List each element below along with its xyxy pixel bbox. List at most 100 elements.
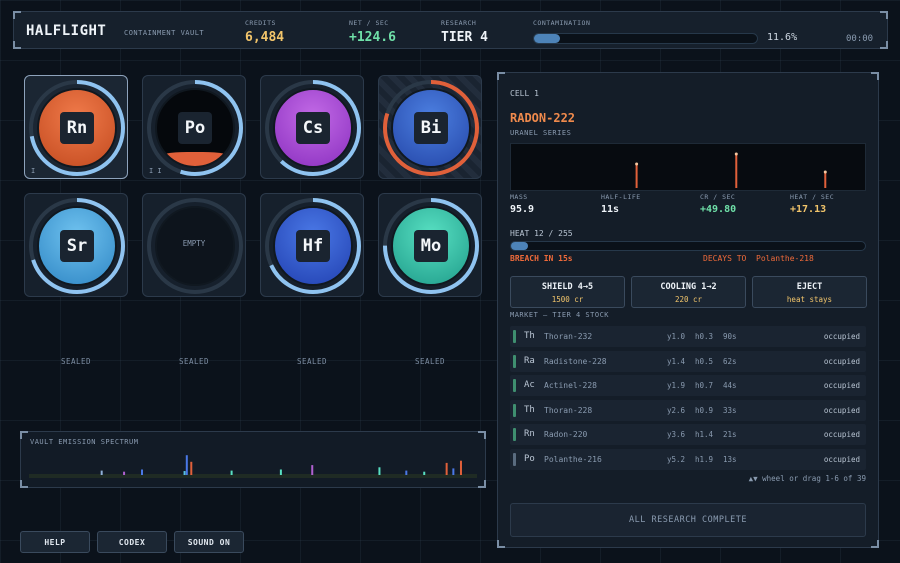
codex-button[interactable]: CODEX [97, 531, 167, 553]
market-row-name: Thoran-228 [544, 405, 593, 415]
cell-mo[interactable]: Mo [378, 193, 482, 297]
sealed-slot-label: SEALED [178, 357, 210, 366]
market-row-heat: h0.3 [695, 332, 714, 341]
empty-cell-label: EMPTY [182, 239, 206, 248]
contamination-meter [533, 33, 758, 44]
decays-to-label: DECAYS TO [703, 254, 747, 263]
market-title: MARKET — TIER 4 STOCK [510, 311, 610, 319]
cell-sr[interactable]: Sr [24, 193, 128, 297]
decay-target: DECAYS TO Polanthe-218 [703, 254, 814, 263]
cell-hf[interactable]: Hf [260, 193, 364, 297]
market-row-name: Radon-220 [544, 430, 588, 439]
isotope-symbol: Bi [414, 112, 448, 144]
market-row-name: Radistone-228 [544, 356, 607, 366]
market-row-indicator [513, 403, 516, 417]
cell-rn[interactable]: Rn I [24, 75, 128, 179]
cell-detail-panel: CELL 1 RADON-222 URANEL SERIES MASS 95.9… [497, 72, 879, 548]
isotope-symbol: Hf [296, 230, 330, 262]
eject-title: EJECT [796, 282, 823, 292]
isotope-symbol: Sr [60, 230, 94, 262]
cell-tier-tally: I [31, 167, 36, 175]
market-row[interactable]: Po Polanthe-216 y5.2 h1.9 13s occupied [510, 448, 866, 470]
isotope-symbol: Po [178, 112, 212, 144]
cell-id-label: CELL 1 [510, 89, 539, 98]
market-row-halflife: 62s [723, 356, 737, 366]
market-row-indicator [513, 379, 516, 392]
half-life-label: HALF-LIFE [601, 193, 641, 201]
market-row-status: occupied [823, 332, 860, 341]
cell-cs[interactable]: Cs [260, 75, 364, 179]
market-row[interactable]: Rn Radon-220 y3.6 h1.4 21s occupied [510, 424, 866, 445]
market-row-halflife: 90s [723, 332, 737, 341]
cooling-upgrade-cost: 220 cr [674, 295, 703, 304]
shield-upgrade-cost: 1500 cr [551, 295, 584, 304]
spectrum-line [100, 470, 103, 475]
spectrum-line [141, 469, 143, 475]
cooling-upgrade-button[interactable]: COOLING 1→2 220 cr [631, 276, 746, 308]
market-row-symbol: Po [524, 453, 535, 464]
cell-bi[interactable]: Bi [378, 75, 482, 179]
half-life-value: 11s [601, 204, 620, 215]
vault-emission-spectrum: VAULT EMISSION SPECTRUM [20, 431, 486, 488]
cell-tier-tally: I I [149, 167, 162, 175]
research-button[interactable]: ALL RESEARCH COMPLETE [510, 503, 866, 537]
contamination-meter-fill [534, 34, 560, 43]
net-per-sec-value: +124.6 [349, 30, 396, 45]
market-scroll-hint: ▲▼ wheel or drag 1-6 of 39 [748, 474, 866, 483]
orb-fluid-level [157, 152, 233, 166]
isotope-symbol: Rn [60, 112, 94, 144]
market-row[interactable]: Ac Actinel-228 y1.9 h0.7 44s occupied [510, 375, 866, 396]
sealed-slot-label: SEALED [414, 357, 446, 366]
market-row-status: occupied [823, 405, 860, 415]
frame-corner [871, 540, 879, 548]
market-row-halflife: 44s [723, 381, 737, 390]
shield-upgrade-button[interactable]: SHIELD 4→5 1500 cr [510, 276, 625, 308]
game-subtitle: CONTAINMENT VAULT [124, 29, 205, 37]
market-row[interactable]: Ra Radistone-228 y1.4 h0.5 62s occupied [510, 350, 866, 372]
spectrum-plot [29, 455, 477, 478]
spectrum-line [405, 470, 408, 475]
market-row-name: Polanthe-216 [544, 454, 602, 464]
sound-toggle-button[interactable]: SOUND ON [174, 531, 244, 553]
heat-label: HEAT 12 / 255 [510, 229, 573, 238]
frame-corner [478, 431, 486, 439]
heat-meter [510, 241, 866, 251]
market-row-status: occupied [823, 454, 860, 464]
decays-to-element: Polanthe-218 [756, 254, 814, 263]
isotope-symbol: Cs [296, 112, 330, 144]
spectrum-baseline [29, 474, 477, 478]
breach-timer: BREACH IN 15s [510, 254, 573, 263]
frame-corner [497, 540, 505, 548]
contamination-percent: 11.6% [767, 32, 798, 43]
market-row-status: occupied [823, 356, 860, 366]
market-row-halflife: 13s [723, 454, 737, 464]
frame-corner [20, 480, 28, 488]
heat-per-sec-value: +17.13 [790, 204, 827, 215]
emission-peak [734, 152, 738, 156]
credits-per-sec-value: +49.80 [700, 204, 737, 215]
frame-corner [20, 431, 28, 439]
market-row-yield: y5.2 [667, 454, 686, 464]
eject-button[interactable]: EJECT heat stays [752, 276, 867, 308]
credits-per-sec-label: CR / SEC [700, 193, 736, 201]
element-name: RADON-222 [510, 111, 576, 125]
cell-po[interactable]: Po I I [142, 75, 246, 179]
cell-empty[interactable]: EMPTY [142, 193, 246, 297]
market-row[interactable]: Th Thoran-232 y1.0 h0.3 90s occupied [510, 326, 866, 347]
frame-corner [478, 480, 486, 488]
emission-line [735, 154, 738, 188]
help-button[interactable]: HELP [20, 531, 90, 553]
market-row[interactable]: Th Thoran-228 y2.6 h0.9 33s occupied [510, 399, 866, 421]
net-per-sec-label: NET / SEC [349, 19, 389, 27]
sealed-slot-label: SEALED [296, 357, 328, 366]
spectrum-line [311, 465, 314, 475]
market-row-yield: y3.6 [667, 430, 686, 439]
spectrum-line [183, 471, 186, 475]
frame-corner [497, 72, 505, 80]
market-row-yield: y1.4 [667, 356, 686, 366]
market-row-name: Thoran-232 [544, 332, 593, 341]
credits-value: 6,484 [245, 30, 285, 45]
market-row-yield: y2.6 [667, 405, 686, 415]
market-row-status: occupied [823, 430, 860, 439]
market-row-yield: y1.0 [667, 332, 686, 341]
